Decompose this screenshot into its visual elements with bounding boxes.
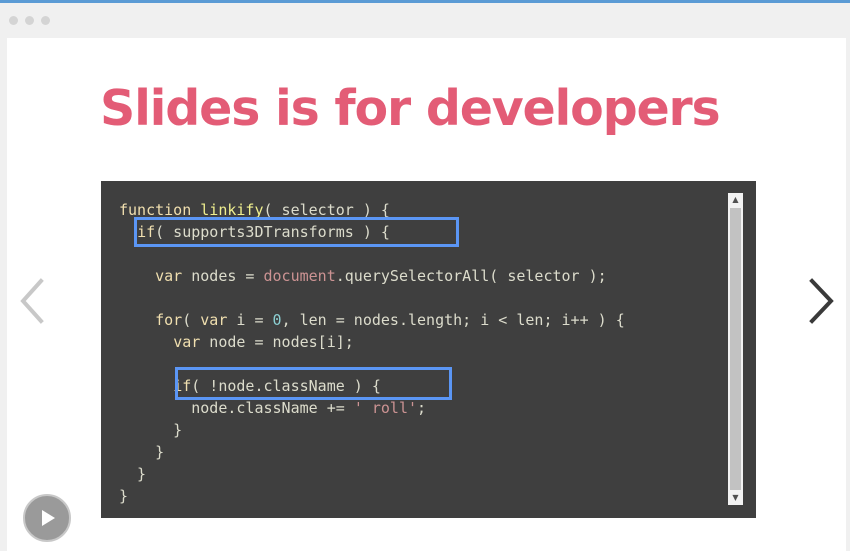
code-line: }	[119, 487, 128, 505]
code-token: }	[119, 487, 129, 505]
code-token: nodes =	[182, 267, 264, 285]
prev-slide-button[interactable]	[17, 278, 49, 324]
code-line: }	[119, 443, 164, 461]
play-button[interactable]	[23, 494, 71, 542]
code-token: document	[263, 267, 336, 285]
window-dot-2[interactable]	[25, 16, 34, 25]
scroll-down-arrow-icon[interactable]: ▼	[728, 491, 743, 505]
code-token: node = nodes[i];	[200, 333, 354, 351]
code-token: for	[155, 311, 183, 329]
window-chrome	[0, 3, 850, 38]
slide-title: Slides is for developers	[100, 80, 721, 137]
scroll-up-arrow-icon[interactable]: ▲	[728, 193, 743, 207]
code-token: ;	[417, 399, 427, 417]
code-line: }	[119, 465, 146, 483]
chevron-left-icon	[20, 278, 44, 324]
code-token: node.className +=	[119, 399, 354, 417]
code-line: node.className += ' roll';	[119, 399, 426, 417]
code-token: , len = nodes.length; i < len; i++ ) {	[281, 311, 625, 329]
code-line: for( var i = 0, len = nodes.length; i < …	[119, 311, 625, 329]
code-token: ' roll'	[353, 399, 418, 417]
window-dot-1[interactable]	[9, 16, 18, 25]
window-dot-3[interactable]	[41, 16, 50, 25]
code-token: }	[119, 443, 165, 461]
code-token: var	[173, 333, 201, 351]
code-highlight-box-2	[175, 367, 452, 400]
code-scrollbar[interactable]: ▲ ▼	[728, 193, 743, 505]
code-token: var	[200, 311, 228, 329]
chevron-right-icon	[809, 278, 834, 324]
code-line: var node = nodes[i];	[119, 333, 354, 351]
code-token: .querySelectorAll( selector );	[335, 267, 607, 285]
scrollbar-thumb[interactable]	[730, 208, 741, 490]
code-line: var nodes = document.querySelectorAll( s…	[119, 267, 607, 285]
code-highlight-box-1	[134, 217, 459, 247]
code-token: }	[119, 421, 183, 439]
code-token: var	[155, 267, 183, 285]
code-token: }	[119, 465, 147, 483]
code-token: 0	[272, 311, 282, 329]
play-icon	[42, 510, 55, 526]
code-token: (	[182, 311, 201, 329]
next-slide-button[interactable]	[806, 278, 838, 324]
code-line: }	[119, 421, 182, 439]
code-token: i =	[227, 311, 273, 329]
